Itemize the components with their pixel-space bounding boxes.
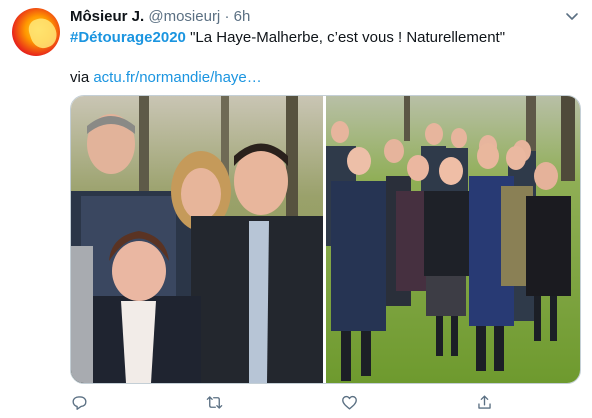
tweet-media[interactable] (70, 95, 581, 384)
avatar[interactable] (12, 8, 60, 56)
chevron-down-icon[interactable] (564, 8, 580, 24)
tweet-text: #Détourage2020 "La Haye-Malherbe, c’est … (70, 28, 580, 48)
article-link[interactable]: actu.fr/normandie/haye… (93, 69, 261, 86)
group-photo-closeup (71, 96, 323, 383)
retweet-icon (206, 395, 222, 409)
tweet-actions (62, 388, 502, 416)
reply-button[interactable] (62, 388, 96, 416)
tweet-quote: "La Haye-Malherbe, c’est vous ! Naturell… (185, 29, 506, 46)
tweet-header: Môsieur J. @mosieurj · 6h (70, 7, 250, 27)
timestamp[interactable]: 6h (234, 8, 251, 25)
share-button[interactable] (467, 388, 501, 416)
separator: · (224, 8, 230, 25)
group-photo-wide (326, 96, 580, 383)
hashtag-link[interactable]: #Détourage2020 (70, 29, 186, 46)
share-icon (477, 394, 491, 409)
author-handle[interactable]: @mosieurj (148, 8, 220, 25)
via-label: via (70, 69, 94, 86)
media-photo-right[interactable] (326, 96, 580, 383)
tweet-via-line: via actu.fr/normandie/haye… (70, 68, 262, 88)
retweet-button[interactable] (197, 388, 231, 416)
author-name[interactable]: Môsieur J. (70, 8, 144, 25)
avatar-shape (26, 14, 60, 52)
media-photo-left[interactable] (71, 96, 323, 383)
like-icon (341, 395, 357, 410)
reply-icon (71, 395, 87, 410)
like-button[interactable] (332, 388, 366, 416)
